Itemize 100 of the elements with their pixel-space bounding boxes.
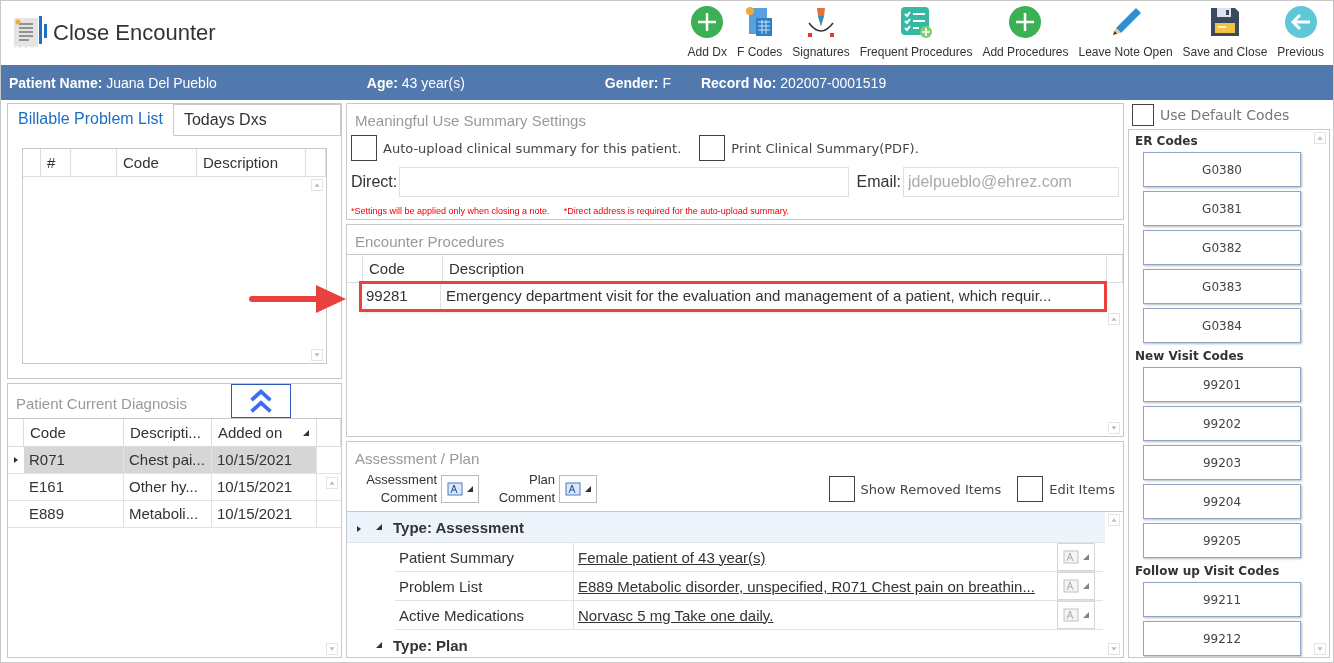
panel-title: Patient Current Diagnosis <box>15 393 188 414</box>
text-style-icon <box>446 482 463 496</box>
code-button[interactable]: 99205 <box>1143 523 1301 558</box>
table-cell: E161 <box>24 474 124 500</box>
column-header[interactable]: Code <box>363 255 443 282</box>
checkbox[interactable] <box>1017 476 1044 502</box>
warning-note: *Direct address is required for the auto-upload summary. <box>563 206 790 216</box>
section-title: New Visit Codes <box>1135 348 1245 365</box>
email-field[interactable]: jdelpueblo@ehrez.com <box>903 167 1119 197</box>
patient-info: Record No: 202007-0001519 <box>700 74 887 91</box>
tab[interactable]: Todays Dxs <box>173 104 341 136</box>
column-header[interactable]: Code <box>24 419 124 446</box>
table-cell: Chest pai... <box>124 447 212 473</box>
item-value[interactable]: E889 Metabolic disorder, unspecified, R071 Chest pain on breathin... <box>573 572 1057 600</box>
code-button[interactable]: 99202 <box>1143 406 1301 441</box>
checkbox-label: Auto-upload clinical summary for this patient. <box>383 140 682 156</box>
toolbar-button[interactable]: Signatures <box>787 1 855 63</box>
column-header[interactable]: Descripti... <box>124 419 212 446</box>
table-row[interactable]: E889 Metaboli... 10/15/2021 <box>8 501 341 528</box>
checkbox-label: Edit Items <box>1049 481 1115 497</box>
code-button[interactable]: 99204 <box>1143 484 1301 519</box>
toolbar-button[interactable]: Add Dx <box>682 1 732 63</box>
table-cell: 10/15/2021 <box>212 447 317 473</box>
checkbox-label: Show Removed Items <box>860 481 1002 497</box>
text-style-icon <box>1062 550 1079 564</box>
comment-label: Assessment Comment <box>365 471 437 507</box>
checkbox[interactable] <box>699 135 726 161</box>
section-title: Follow up Visit Codes <box>1135 563 1281 580</box>
toolbar-button[interactable]: Leave Note Open <box>1073 1 1178 63</box>
column-header[interactable]: Description <box>197 149 306 176</box>
toolbar-button[interactable]: Frequent Procedures <box>854 1 978 63</box>
caret-icon[interactable] <box>583 485 592 493</box>
tab[interactable]: Billable Problem List <box>8 104 174 136</box>
section-title: ER Codes <box>1135 133 1199 150</box>
toolbar-button[interactable]: F Codes <box>731 1 788 63</box>
table-row[interactable]: R071 Chest pai... 10/15/2021 <box>8 447 341 474</box>
item-label: Problem List <box>398 577 484 595</box>
checkbox[interactable] <box>828 476 855 502</box>
field-label: Email: <box>856 173 901 191</box>
table-cell: 10/15/2021 <box>212 474 317 500</box>
item-value[interactable]: Norvasc 5 mg Take one daily. <box>573 601 1057 629</box>
table-cell: R071 <box>24 447 124 473</box>
code-button[interactable]: 99201 <box>1143 367 1301 402</box>
checkbox-label: Use Default Codes <box>1160 107 1290 123</box>
checkbox[interactable] <box>1132 104 1154 126</box>
patient-info: Gender: F <box>604 74 671 91</box>
text-style-icon <box>1062 608 1079 622</box>
column-header[interactable]: Added on <box>212 419 317 446</box>
caret-icon[interactable] <box>465 485 474 493</box>
plus-icon <box>690 5 725 39</box>
checkbox[interactable] <box>351 135 377 161</box>
patient-info: Patient Name: Juana Del Pueblo <box>9 74 217 91</box>
table-cell: Other hy... <box>124 474 212 500</box>
row-pointer-icon[interactable] <box>12 456 20 464</box>
panel-title: Encounter Procedures <box>354 232 506 252</box>
column-header[interactable]: Code <box>117 149 197 176</box>
code-button[interactable]: 99212 <box>1143 621 1301 656</box>
row-pointer-icon[interactable] <box>355 524 363 533</box>
table-cell: 99281 <box>361 283 441 309</box>
table-cell: Emergency department visit for the evaluation and management of a patient, which requir... <box>441 283 1105 309</box>
collapse-chevrons-icon[interactable] <box>231 384 291 418</box>
code-button[interactable]: G0382 <box>1143 230 1301 265</box>
toolbar-button[interactable]: Save and Close <box>1177 1 1273 63</box>
toolbar-button[interactable]: Previous <box>1272 1 1329 63</box>
sort-icon[interactable] <box>302 428 310 437</box>
field-label: Direct: <box>351 173 398 191</box>
code-button[interactable]: G0384 <box>1143 308 1301 343</box>
comment-dropdown[interactable] <box>559 475 597 503</box>
code-button[interactable]: G0383 <box>1143 269 1301 304</box>
code-button[interactable]: 99211 <box>1143 582 1301 617</box>
collapse-icon[interactable] <box>375 641 383 649</box>
code-button[interactable]: G0380 <box>1143 152 1301 187</box>
panel-title: Assessment / Plan <box>354 449 481 469</box>
patient-info: Age: 43 year(s) <box>366 74 465 91</box>
toolbar-button[interactable]: Add Procedures <box>977 1 1074 63</box>
text-style-icon <box>564 482 581 496</box>
direct-address-field[interactable] <box>399 167 849 197</box>
group-title: Type: Plan <box>393 636 468 654</box>
checklist-icon <box>899 5 934 39</box>
checkbox-label: Print Clinical Summary(PDF). <box>731 140 919 156</box>
table-row[interactable]: 99281 Emergency department visit for the evaluation and management of a patient, which requir... <box>361 283 1105 310</box>
text-style-icon <box>1062 579 1079 593</box>
comment-label: Plan Comment <box>497 471 555 507</box>
item-label: Active Medications <box>398 606 526 624</box>
group-row[interactable]: Type: Assessment <box>347 512 1105 543</box>
group-title: Type: Assessment <box>393 518 524 536</box>
column-header[interactable]: # <box>41 149 71 176</box>
table-cell: 10/15/2021 <box>212 501 317 527</box>
comment-dropdown[interactable] <box>441 475 479 503</box>
collapse-icon[interactable] <box>375 523 383 531</box>
plus-icon <box>1008 5 1043 39</box>
code-button[interactable]: G0381 <box>1143 191 1301 226</box>
panel-title: Meaningful Use Summary Settings <box>354 111 587 131</box>
column-header[interactable]: Description <box>443 255 1107 282</box>
item-label: Patient Summary <box>398 548 516 566</box>
code-button[interactable]: 99203 <box>1143 445 1301 480</box>
table-cell: E889 <box>24 501 124 527</box>
warning-note: *Settings will be applied only when closing a note. <box>351 206 550 216</box>
item-value[interactable]: Female patient of 43 year(s) <box>573 543 1057 571</box>
table-cell: Metaboli... <box>124 501 212 527</box>
